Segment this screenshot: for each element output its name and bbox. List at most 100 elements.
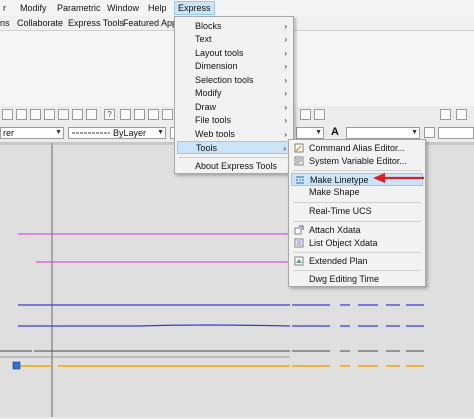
chevron-right-icon: › bbox=[284, 22, 287, 31]
express-menu-item-about[interactable]: About Express Tools bbox=[177, 160, 291, 173]
linetype-combo-value: ByLayer bbox=[113, 128, 147, 138]
express-menu-item-web-tools[interactable]: Web tools › bbox=[177, 128, 291, 141]
chevron-right-icon: › bbox=[284, 49, 287, 58]
express-menu-item-dimension[interactable]: Dimension › bbox=[177, 60, 291, 73]
submenu-item-system-variable-editor[interactable]: System Variable Editor... bbox=[291, 155, 423, 168]
express-menu-item-modify[interactable]: Modify › bbox=[177, 87, 291, 100]
menu-separator bbox=[293, 270, 421, 271]
menu-item-label: Real-Time UCS bbox=[309, 206, 372, 216]
dim-style-combo[interactable] bbox=[438, 127, 474, 139]
menu-item-label: Command Alias Editor... bbox=[309, 143, 406, 153]
menu-item-window[interactable]: Window bbox=[104, 2, 142, 14]
tool-icon[interactable] bbox=[44, 109, 55, 120]
tool-icon[interactable] bbox=[30, 109, 41, 120]
tool-icon[interactable] bbox=[314, 109, 325, 120]
menu-item-label: Attach Xdata bbox=[309, 225, 361, 235]
tool-icon[interactable] bbox=[162, 109, 173, 120]
help-icon[interactable]: ? bbox=[104, 109, 115, 120]
menu-item-label: Selection tools bbox=[195, 75, 254, 85]
menu-item-label: Layout tools bbox=[195, 48, 244, 58]
menu-item-label: Make Shape bbox=[309, 187, 360, 197]
tab-collaborate[interactable]: Collaborate bbox=[17, 17, 63, 29]
menu-item-label: Tools bbox=[196, 143, 218, 153]
menu-item-label: Blocks bbox=[195, 21, 222, 31]
menu-item-label: Dimension bbox=[195, 61, 238, 71]
menu-item-label: Dwg Editing Time bbox=[309, 274, 380, 284]
menu-separator bbox=[179, 157, 289, 158]
sysvar-editor-icon bbox=[294, 156, 304, 166]
menu-separator bbox=[293, 252, 421, 253]
submenu-item-real-time-ucs[interactable]: Real-Time UCS bbox=[291, 205, 423, 218]
express-menu-item-blocks[interactable]: Blocks › bbox=[177, 20, 291, 33]
tool-icon[interactable] bbox=[456, 109, 467, 120]
chevron-right-icon: › bbox=[284, 116, 287, 125]
chevron-right-icon: › bbox=[284, 89, 287, 98]
tool-icon[interactable] bbox=[86, 109, 97, 120]
chevron-right-icon: › bbox=[284, 62, 287, 71]
express-menu: Blocks › Text › Layout tools › Dimension › S… bbox=[174, 16, 294, 174]
tool-icon[interactable] bbox=[300, 109, 311, 120]
menu-item-modify[interactable]: Modify bbox=[17, 2, 50, 14]
dimension-style-icon[interactable] bbox=[424, 127, 435, 138]
list-xdata-icon bbox=[294, 238, 304, 248]
text-style-combo[interactable]: ▼ bbox=[346, 127, 420, 139]
express-menu-item-file-tools[interactable]: File tools › bbox=[177, 114, 291, 127]
tools-submenu: Command Alias Editor... System Variable … bbox=[288, 139, 426, 287]
tool-icon[interactable] bbox=[58, 109, 69, 120]
tab-partial[interactable]: ns bbox=[0, 17, 10, 29]
menu-item-partial[interactable]: r bbox=[0, 2, 9, 14]
submenu-item-list-object-xdata[interactable]: List Object Xdata bbox=[291, 237, 423, 250]
submenu-item-attach-xdata[interactable]: Attach Xdata bbox=[291, 224, 423, 237]
layer-combo-value: rer bbox=[3, 128, 14, 138]
tool-icon[interactable] bbox=[148, 109, 159, 120]
chevron-right-icon: › bbox=[283, 144, 286, 153]
chevron-right-icon: › bbox=[284, 35, 287, 44]
express-menu-item-selection-tools[interactable]: Selection tools › bbox=[177, 74, 291, 87]
submenu-item-dwg-editing-time[interactable]: Dwg Editing Time bbox=[291, 273, 423, 286]
express-menu-item-tools[interactable]: Tools › bbox=[177, 141, 291, 154]
menu-item-label: Text bbox=[195, 34, 212, 44]
blue-line bbox=[18, 324, 424, 327]
chevron-down-icon: ▼ bbox=[411, 129, 418, 136]
tool-icon[interactable] bbox=[2, 109, 13, 120]
submenu-item-command-alias-editor[interactable]: Command Alias Editor... bbox=[291, 142, 423, 155]
tool-icon[interactable] bbox=[134, 109, 145, 120]
grip-point bbox=[12, 361, 21, 370]
express-menu-item-layout-tools[interactable]: Layout tools › bbox=[177, 47, 291, 60]
menu-item-label: Draw bbox=[195, 102, 217, 112]
text-style-icon[interactable]: A bbox=[331, 126, 339, 138]
express-menu-item-text[interactable]: Text › bbox=[177, 33, 291, 46]
menu-separator bbox=[293, 202, 421, 203]
menu-bar: r Modify Parametric Window Help Express bbox=[0, 0, 474, 16]
tool-icon[interactable] bbox=[120, 109, 131, 120]
chevron-down-icon: ▼ bbox=[55, 129, 62, 136]
extended-plan-icon bbox=[294, 256, 304, 266]
menu-item-label: System Variable Editor... bbox=[309, 156, 407, 166]
chevron-right-icon: › bbox=[284, 103, 287, 112]
alias-editor-icon bbox=[294, 143, 304, 153]
layer-combo[interactable]: rer ▼ bbox=[0, 127, 64, 139]
chevron-right-icon: › bbox=[284, 130, 287, 139]
chevron-right-icon: › bbox=[284, 76, 287, 85]
menu-item-label: Web tools bbox=[195, 129, 235, 139]
menu-item-help[interactable]: Help bbox=[145, 2, 170, 14]
tab-featured-apps[interactable]: Featured Apps bbox=[123, 17, 182, 29]
submenu-item-extended-plan[interactable]: Extended Plan bbox=[291, 255, 423, 268]
tool-icon[interactable] bbox=[16, 109, 27, 120]
menu-item-label: Modify bbox=[195, 88, 222, 98]
plotstyle-combo[interactable]: ▼ bbox=[296, 127, 324, 139]
tool-icon[interactable] bbox=[72, 109, 83, 120]
menu-item-label: Make Linetype bbox=[310, 175, 369, 185]
menu-item-express[interactable]: Express bbox=[174, 1, 215, 15]
submenu-item-make-shape[interactable]: Make Shape bbox=[291, 186, 423, 199]
tab-express-tools[interactable]: Express Tools bbox=[68, 17, 124, 29]
menu-item-parametric[interactable]: Parametric bbox=[54, 2, 104, 14]
express-menu-item-draw[interactable]: Draw › bbox=[177, 101, 291, 114]
attach-xdata-icon bbox=[294, 225, 304, 235]
menu-item-label: About Express Tools bbox=[195, 161, 277, 171]
annotation-arrow-icon bbox=[373, 173, 424, 183]
menu-separator bbox=[293, 221, 421, 222]
make-linetype-icon bbox=[296, 176, 304, 184]
linetype-combo[interactable]: ByLayer ▼ bbox=[68, 127, 166, 139]
tool-icon[interactable] bbox=[440, 109, 451, 120]
